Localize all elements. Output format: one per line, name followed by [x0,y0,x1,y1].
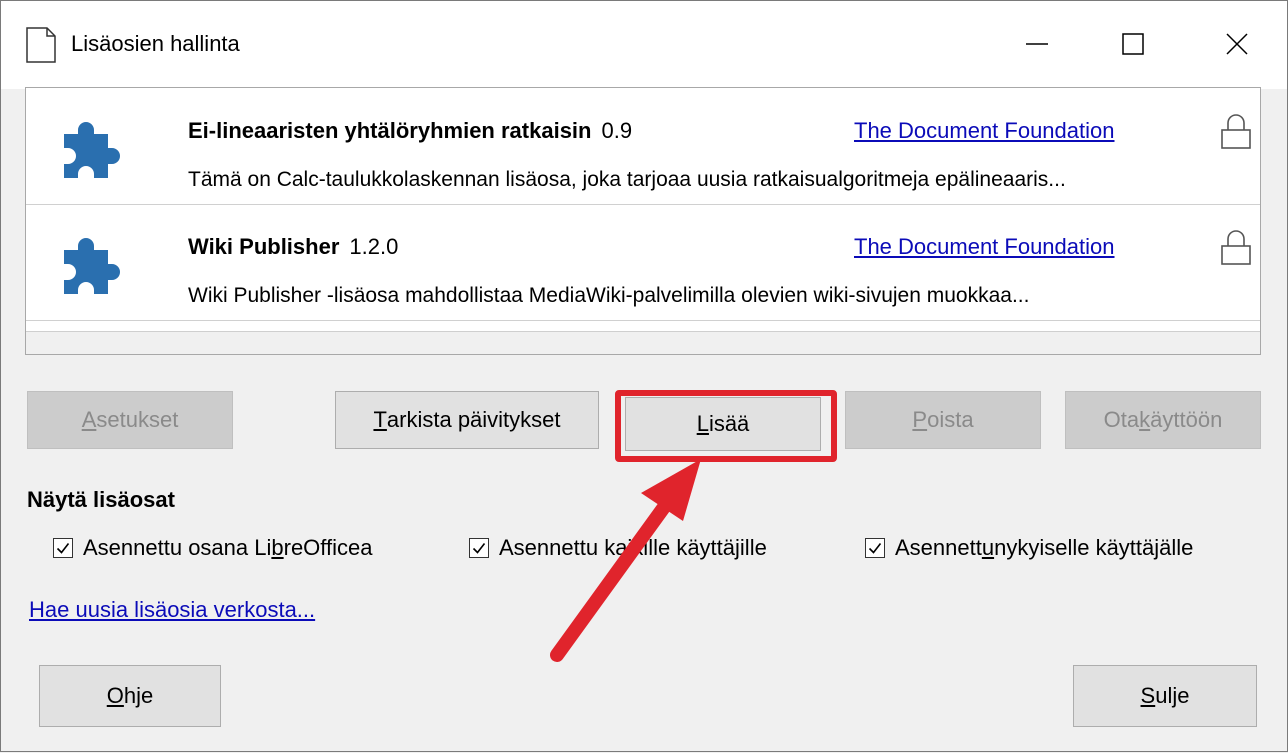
options-button[interactable]: Asetukset [27,391,233,449]
extension-list[interactable]: Ei-lineaaristen yhtälöryhmien ratkaisin 0… [25,87,1261,355]
lock-icon [1221,230,1251,265]
checkbox-box[interactable] [865,538,885,558]
publisher-link[interactable]: The Document Foundation [854,234,1115,260]
minimize-button[interactable] [1007,19,1067,69]
button-mnemonic: P [912,407,928,432]
checkbox-box[interactable] [53,538,73,558]
puzzle-icon [64,122,120,178]
annotation-highlight-box [615,390,837,462]
checkbox-mnemonic: b [271,535,284,560]
extension-title: Ei-lineaaristen yhtälöryhmien ratkaisin 0… [188,118,632,144]
close-icon [1226,33,1248,55]
button-label: hje [123,683,154,708]
extension-manager-dialog: Lisäosien hallinta Ei-lineaaristen yhtäl… [0,0,1288,752]
show-extensions-heading: Näytä lisäosat [27,487,175,512]
check-updates-button[interactable]: Tarkista päivitykset [335,391,599,449]
checkbox-label: reOfficea [283,535,373,560]
list-scroll-area[interactable] [26,331,1260,354]
publisher-link[interactable]: The Document Foundation [854,118,1115,144]
extension-version: 1.2.0 [349,234,399,259]
checkmark-icon [868,543,882,554]
button-mnemonic: k [1139,407,1151,432]
checkbox-label: nykyiselle käyttäjälle [994,535,1194,560]
checkbox-label: Asennettu osana Li [83,535,272,560]
button-label: arkista päivitykset [386,407,561,432]
checkbox-label: ille [739,535,767,560]
close-button[interactable]: Sulje [1073,665,1257,727]
button-label: oista [927,407,974,432]
extension-title: Wiki Publisher 1.2.0 [188,234,398,260]
maximize-button[interactable] [1103,19,1163,69]
button-mnemonic: T [373,407,387,432]
button-label: Ota [1103,407,1140,432]
button-mnemonic: A [81,407,97,432]
lock-icon [1221,114,1251,149]
puzzle-icon [64,238,120,294]
checkbox-installed-current-user[interactable]: Asennett u nykyiselle käyttäjälle [865,533,1193,563]
extension-item[interactable]: Wiki Publisher 1.2.0 The Document Foundat… [26,204,1260,321]
button-mnemonic: O [106,683,124,708]
get-more-extensions-link[interactable]: Hae uusia lisäosia verkosta... [29,597,315,623]
document-icon [26,27,56,63]
help-button[interactable]: Ohje [39,665,221,727]
button-label: setukset [96,407,179,432]
extension-description: Wiki Publisher -lisäosa mahdollistaa Med… [188,284,1030,307]
minimize-icon [1026,43,1048,45]
checkbox-label: Asennett [895,535,982,560]
button-mnemonic: S [1140,683,1156,708]
window-title: Lisäosien hallinta [71,31,240,56]
extension-name: Ei-lineaaristen yhtälöryhmien ratkaisin [188,118,592,143]
extension-description: Tämä on Calc-taulukkolaskennan lisäosa, … [188,168,1066,191]
enable-button[interactable]: Ota k äyttöön [1065,391,1261,449]
button-label: ulje [1155,683,1190,708]
maximize-icon [1122,33,1144,55]
remove-button[interactable]: Poista [845,391,1041,449]
extension-name: Wiki Publisher [188,234,340,259]
button-label: äyttöön [1150,407,1223,432]
close-window-button[interactable] [1207,19,1267,69]
checkbox-label: Asennettu kaikille käyttä [499,535,736,560]
checkbox-mnemonic: u [981,535,995,560]
checkbox-box[interactable] [469,538,489,558]
extension-version: 0.9 [601,118,633,143]
title-bar: Lisäosien hallinta [1,1,1287,89]
checkmark-icon [472,543,486,554]
checkbox-installed-all-users[interactable]: Asennettu kaikille käyttä j ille [469,533,767,563]
extension-item[interactable]: Ei-lineaaristen yhtälöryhmien ratkaisin 0… [26,88,1260,205]
checkbox-installed-libreoffice[interactable]: Asennettu osana Li b reOfficea [53,533,372,563]
checkmark-icon [56,543,70,554]
